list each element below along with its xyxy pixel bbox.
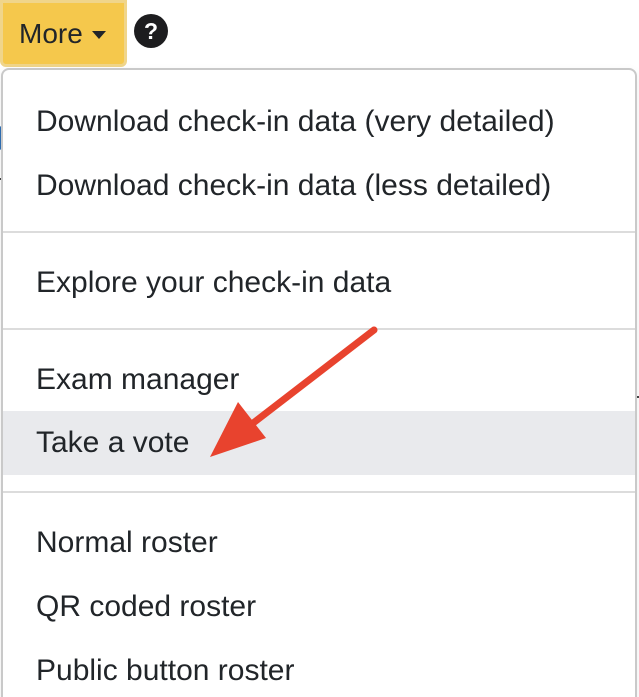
menu-item-public-button-roster[interactable]: Public button roster <box>3 639 635 697</box>
menu-item-normal-roster[interactable]: Normal roster <box>3 511 635 575</box>
menu-item-exam-manager[interactable]: Exam manager <box>3 348 635 412</box>
more-button-label: More <box>19 17 83 49</box>
menu-divider <box>3 328 635 330</box>
menu-item-qr-coded-roster[interactable]: QR coded roster <box>3 575 635 639</box>
page: More ? Download check-in data (very deta… <box>0 0 639 697</box>
more-dropdown-menu: Download check-in data (very detailed) D… <box>1 68 637 697</box>
menu-item-explore-data[interactable]: Explore your check-in data <box>3 251 635 315</box>
help-icon[interactable]: ? <box>134 14 168 48</box>
menu-item-download-very-detailed[interactable]: Download check-in data (very detailed) <box>3 90 635 154</box>
caret-down-icon <box>91 30 106 39</box>
help-icon-glyph: ? <box>143 17 159 44</box>
menu-divider <box>3 231 635 233</box>
menu-item-take-a-vote[interactable]: Take a vote <box>3 411 635 475</box>
more-button[interactable]: More <box>0 0 127 67</box>
menu-item-download-less-detailed[interactable]: Download check-in data (less detailed) <box>3 154 635 218</box>
menu-divider <box>3 491 635 493</box>
